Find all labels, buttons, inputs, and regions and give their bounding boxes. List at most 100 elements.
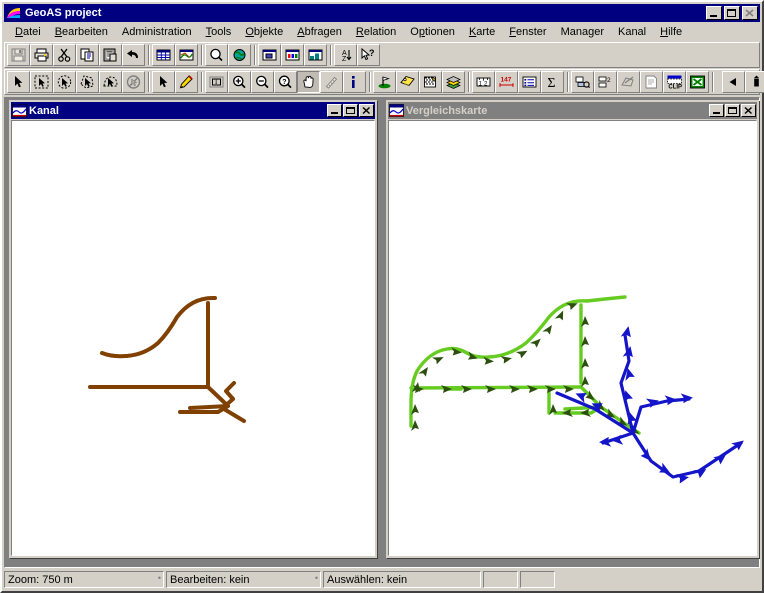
tower-button[interactable]	[745, 71, 764, 93]
select-button[interactable]	[7, 71, 30, 93]
mdi-close-button-vergleichskarte[interactable]	[741, 104, 756, 117]
toolbar-main: A Z ?	[4, 42, 760, 68]
svg-text:CLIP: CLIP	[668, 85, 682, 91]
unselect-all-button[interactable]	[122, 71, 145, 93]
status-panel-4	[483, 571, 518, 588]
measure-button[interactable]: 147	[495, 71, 518, 93]
sum-button[interactable]: Σ	[541, 71, 564, 93]
undo-button[interactable]	[122, 44, 145, 66]
svg-text:Z: Z	[342, 56, 347, 63]
zoom-query-button[interactable]: ?	[274, 71, 297, 93]
browse-table-button[interactable]	[518, 71, 541, 93]
menu-bearbeiten[interactable]: Bearbeiten	[48, 24, 115, 41]
menu-hilfe[interactable]: Hilfe	[653, 24, 689, 41]
zoom-out-button[interactable]	[251, 71, 274, 93]
info-button[interactable]	[343, 71, 366, 93]
new-layout-button[interactable]	[258, 44, 281, 66]
status-edit-grip: •	[314, 573, 318, 583]
report-button[interactable]	[640, 71, 663, 93]
menu-administration[interactable]: Administration	[115, 24, 199, 41]
svg-text:2: 2	[607, 77, 611, 84]
status-zoom: Zoom: 750 m •	[4, 571, 164, 588]
svg-text:?: ?	[369, 48, 375, 58]
excel-export-button[interactable]	[686, 71, 709, 93]
sewer-network-kanal-final	[12, 121, 374, 555]
menu-abfragen[interactable]: Abfragen	[290, 24, 349, 41]
polygon-select-button[interactable]	[76, 71, 99, 93]
new-legend-button[interactable]	[281, 44, 304, 66]
hotlink-button[interactable]	[373, 71, 396, 93]
menu-relation[interactable]: Relation	[349, 24, 403, 41]
zoom-in-button[interactable]	[228, 71, 251, 93]
new-map-button[interactable]	[175, 44, 198, 66]
mdi-client-area: Kanal Vergleichskarte	[4, 97, 760, 568]
toolbar-tools: T ? 1 2 147 Σ 2 CLIP	[4, 69, 764, 95]
mdi-maximize-button-kanal[interactable]	[343, 104, 358, 117]
ruler-button[interactable]	[320, 71, 343, 93]
toolbar-separator	[327, 44, 334, 66]
pick-button[interactable]	[152, 71, 175, 93]
minimize-button[interactable]	[706, 6, 722, 20]
maximize-button[interactable]	[724, 6, 740, 20]
sort-button[interactable]: A Z	[334, 44, 357, 66]
map-canvas-kanal[interactable]	[11, 120, 375, 556]
mdi-title-text-kanal: Kanal	[29, 104, 59, 117]
menu-kanal[interactable]: Kanal	[611, 24, 653, 41]
marquee-select-button[interactable]	[30, 71, 53, 93]
geoas-logo-icon	[6, 6, 22, 20]
clip-button[interactable]: CLIP	[663, 71, 686, 93]
mdi-window-kanal[interactable]: Kanal	[9, 100, 377, 558]
toolbar-separator	[564, 71, 571, 93]
previous-button[interactable]	[722, 71, 745, 93]
menu-objekte[interactable]: Objekte	[238, 24, 290, 41]
mdi-title-bar-vergleichskarte[interactable]: Vergleichskarte	[388, 102, 757, 119]
save-button[interactable]	[7, 44, 30, 66]
window-controls	[706, 6, 758, 20]
boundary-select-button[interactable]	[99, 71, 122, 93]
map-canvas-vergleichskarte[interactable]	[388, 120, 757, 556]
new-graph-button[interactable]	[304, 44, 327, 66]
new-table-button[interactable]	[152, 44, 175, 66]
help-pointer-button[interactable]: ?	[357, 44, 380, 66]
copy-button[interactable]	[76, 44, 99, 66]
mdi-controls-kanal	[327, 104, 374, 117]
close-button[interactable]	[742, 6, 758, 20]
mdi-window-vergleichskarte[interactable]: Vergleichskarte	[386, 100, 759, 558]
menu-tools[interactable]: Tools	[199, 24, 239, 41]
menu-fenster[interactable]: Fenster	[502, 24, 553, 41]
coordinate-button[interactable]: 1 2	[472, 71, 495, 93]
mdi-maximize-button-vergleichskarte[interactable]	[725, 104, 740, 117]
svg-text:T: T	[214, 78, 219, 86]
network-button[interactable]	[571, 71, 594, 93]
mdi-controls-vergleichskarte	[709, 104, 756, 117]
profile-button[interactable]: 2	[594, 71, 617, 93]
sewer-network-vergleichskarte	[409, 295, 744, 484]
sketch-button[interactable]	[617, 71, 640, 93]
paste-button[interactable]	[99, 44, 122, 66]
mdi-minimize-button-vergleichskarte[interactable]	[709, 104, 724, 117]
mdi-title-bar-kanal[interactable]: Kanal	[11, 102, 375, 119]
radius-select-button[interactable]	[53, 71, 76, 93]
menu-karte[interactable]: Karte	[462, 24, 502, 41]
print-button[interactable]	[30, 44, 53, 66]
toolbar-separator	[198, 44, 205, 66]
application-window: GeoAS project Datei Bearbeiten Administr…	[0, 0, 764, 593]
layer-control-button[interactable]	[442, 71, 465, 93]
status-select: Auswählen: kein	[323, 571, 481, 588]
thematic-button[interactable]	[419, 71, 442, 93]
mdi-close-button-kanal[interactable]	[359, 104, 374, 117]
text-button[interactable]: T	[205, 71, 228, 93]
cut-button[interactable]	[53, 44, 76, 66]
find-selection-button[interactable]	[228, 44, 251, 66]
pan-button[interactable]	[297, 71, 320, 93]
draw-pencil-button[interactable]	[175, 71, 198, 93]
toolbar-separator	[145, 71, 152, 93]
menu-datei[interactable]: Datei	[8, 24, 48, 41]
label-button[interactable]	[396, 71, 419, 93]
menu-optionen[interactable]: Optionen	[403, 24, 462, 41]
status-edit-text: Bearbeiten: kein	[170, 573, 250, 586]
menu-manager[interactable]: Manager	[554, 24, 611, 41]
mdi-minimize-button-kanal[interactable]	[327, 104, 342, 117]
find-button[interactable]	[205, 44, 228, 66]
svg-text:147: 147	[501, 77, 512, 84]
